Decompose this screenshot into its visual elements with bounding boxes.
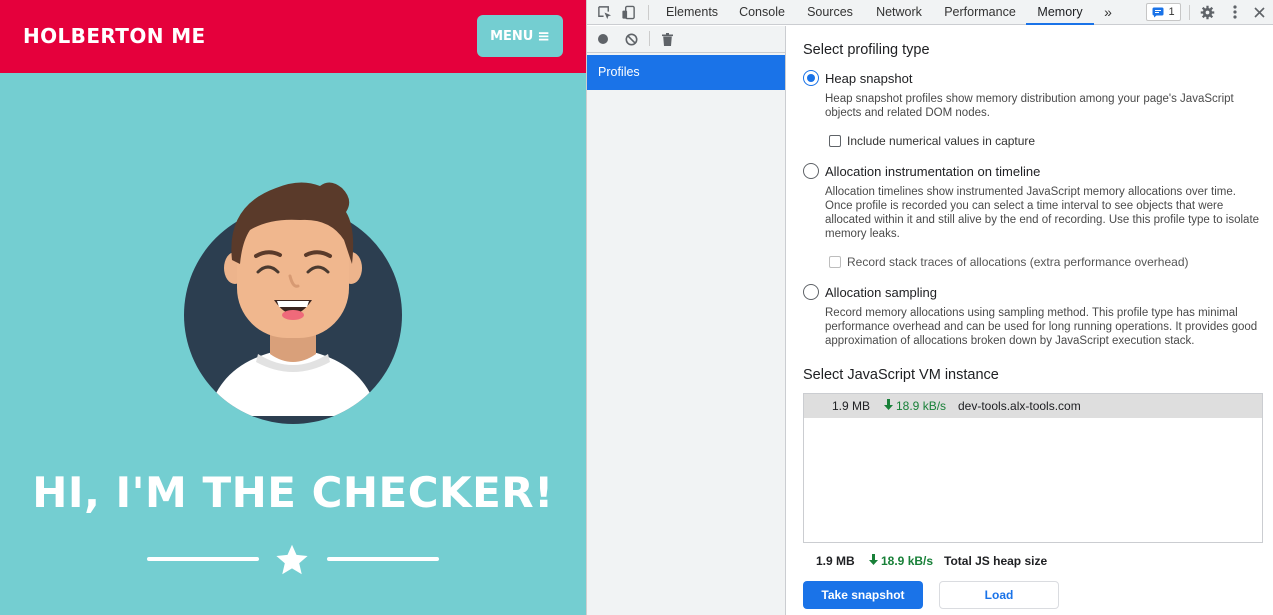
load-button[interactable]: Load bbox=[939, 581, 1059, 609]
divider-line-right bbox=[327, 557, 439, 561]
toolbar-separator bbox=[648, 5, 649, 20]
allocation-timeline-description: Allocation timelines show instrumented J… bbox=[825, 186, 1260, 240]
vm-instance-title: Select JavaScript VM instance bbox=[803, 367, 999, 383]
heap-size-summary: 1.9 MB 18.9 kB/s Total JS heap size bbox=[803, 552, 1263, 572]
menu-label: MENU bbox=[490, 28, 534, 44]
tab-console[interactable]: Console bbox=[732, 0, 792, 25]
radio-heap-snapshot[interactable] bbox=[803, 70, 819, 86]
tab-elements[interactable]: Elements bbox=[659, 0, 725, 25]
tab-performance[interactable]: Performance bbox=[938, 0, 1022, 25]
menu-button[interactable]: MENU ≡ bbox=[477, 15, 563, 57]
profiles-sidebar: Profiles bbox=[587, 26, 786, 615]
more-tabs-chevron-icon[interactable]: » bbox=[1098, 0, 1118, 25]
include-numerical-values-checkbox[interactable] bbox=[829, 135, 841, 147]
message-icon bbox=[1152, 7, 1164, 17]
divider-line-left bbox=[147, 557, 259, 561]
kebab-menu-icon[interactable] bbox=[1226, 3, 1244, 21]
site-header: HOLBERTON ME MENU ≡ bbox=[0, 0, 586, 73]
inspect-element-icon[interactable] bbox=[595, 3, 613, 21]
vm-alloc-rate: 18.9 kB/s bbox=[896, 399, 947, 413]
record-icon[interactable] bbox=[594, 30, 612, 48]
vm-instance-row[interactable]: 1.9 MB 18.9 kB/s dev-tools.alx-tools.com bbox=[804, 394, 1262, 418]
total-heap-label: Total JS heap size bbox=[944, 554, 1048, 568]
issues-count: 1 bbox=[1168, 6, 1175, 18]
clear-icon[interactable] bbox=[622, 30, 640, 48]
download-arrow-icon bbox=[869, 554, 878, 568]
devtools-panel: Elements Console Sources Network Perform… bbox=[586, 0, 1273, 615]
heap-snapshot-description: Heap snapshot profiles show memory distr… bbox=[825, 93, 1234, 119]
issues-badge[interactable]: 1 bbox=[1146, 3, 1181, 21]
heap-snapshot-label[interactable]: Heap snapshot bbox=[825, 71, 912, 86]
total-heap-size: 1.9 MB bbox=[816, 554, 855, 568]
vm-instance-list: 1.9 MB 18.9 kB/s dev-tools.alx-tools.com bbox=[803, 393, 1263, 543]
tab-network[interactable]: Network bbox=[870, 0, 928, 25]
toolbar-separator bbox=[649, 31, 650, 46]
toolbar-separator bbox=[1189, 5, 1190, 20]
memory-profiler-panel: Select profiling type Heap snapshot Heap… bbox=[787, 26, 1273, 615]
download-arrow-icon bbox=[884, 399, 893, 413]
close-devtools-icon[interactable] bbox=[1250, 3, 1268, 21]
website-viewport: HOLBERTON ME MENU ≡ HI, I'M THE CHECKER! bbox=[0, 0, 586, 615]
include-numerical-values-label[interactable]: Include numerical values in capture bbox=[847, 134, 1035, 148]
trash-icon[interactable] bbox=[658, 30, 676, 48]
total-alloc-rate: 18.9 kB/s bbox=[881, 554, 934, 568]
brand-logo[interactable]: HOLBERTON ME bbox=[23, 24, 206, 48]
take-snapshot-button[interactable]: Take snapshot bbox=[803, 581, 923, 609]
avatar bbox=[184, 182, 402, 424]
allocation-timeline-label[interactable]: Allocation instrumentation on timeline bbox=[825, 164, 1040, 179]
vm-heap-size: 1.9 MB bbox=[832, 399, 871, 413]
vm-url: dev-tools.alx-tools.com bbox=[958, 399, 1081, 413]
profiles-toolbar bbox=[587, 26, 786, 53]
tab-memory[interactable]: Memory bbox=[1026, 0, 1094, 25]
sidebar-item-profiles[interactable]: Profiles bbox=[587, 55, 785, 90]
allocation-sampling-description: Record memory allocations using sampling… bbox=[825, 307, 1258, 347]
tab-sources[interactable]: Sources bbox=[801, 0, 859, 25]
hamburger-icon: ≡ bbox=[537, 26, 550, 45]
profiling-type-title: Select profiling type bbox=[803, 42, 930, 58]
star-icon bbox=[276, 544, 308, 575]
device-toolbar-icon[interactable] bbox=[619, 3, 637, 21]
radio-allocation-timeline[interactable] bbox=[803, 163, 819, 179]
hero-title: HI, I'M THE CHECKER! bbox=[32, 468, 554, 517]
record-stack-traces-checkbox[interactable] bbox=[829, 256, 841, 268]
radio-allocation-sampling[interactable] bbox=[803, 284, 819, 300]
devtools-toolbar: Elements Console Sources Network Perform… bbox=[587, 0, 1273, 25]
gear-icon[interactable] bbox=[1198, 3, 1216, 21]
allocation-sampling-label[interactable]: Allocation sampling bbox=[825, 285, 937, 300]
record-stack-traces-label[interactable]: Record stack traces of allocations (extr… bbox=[847, 255, 1189, 269]
